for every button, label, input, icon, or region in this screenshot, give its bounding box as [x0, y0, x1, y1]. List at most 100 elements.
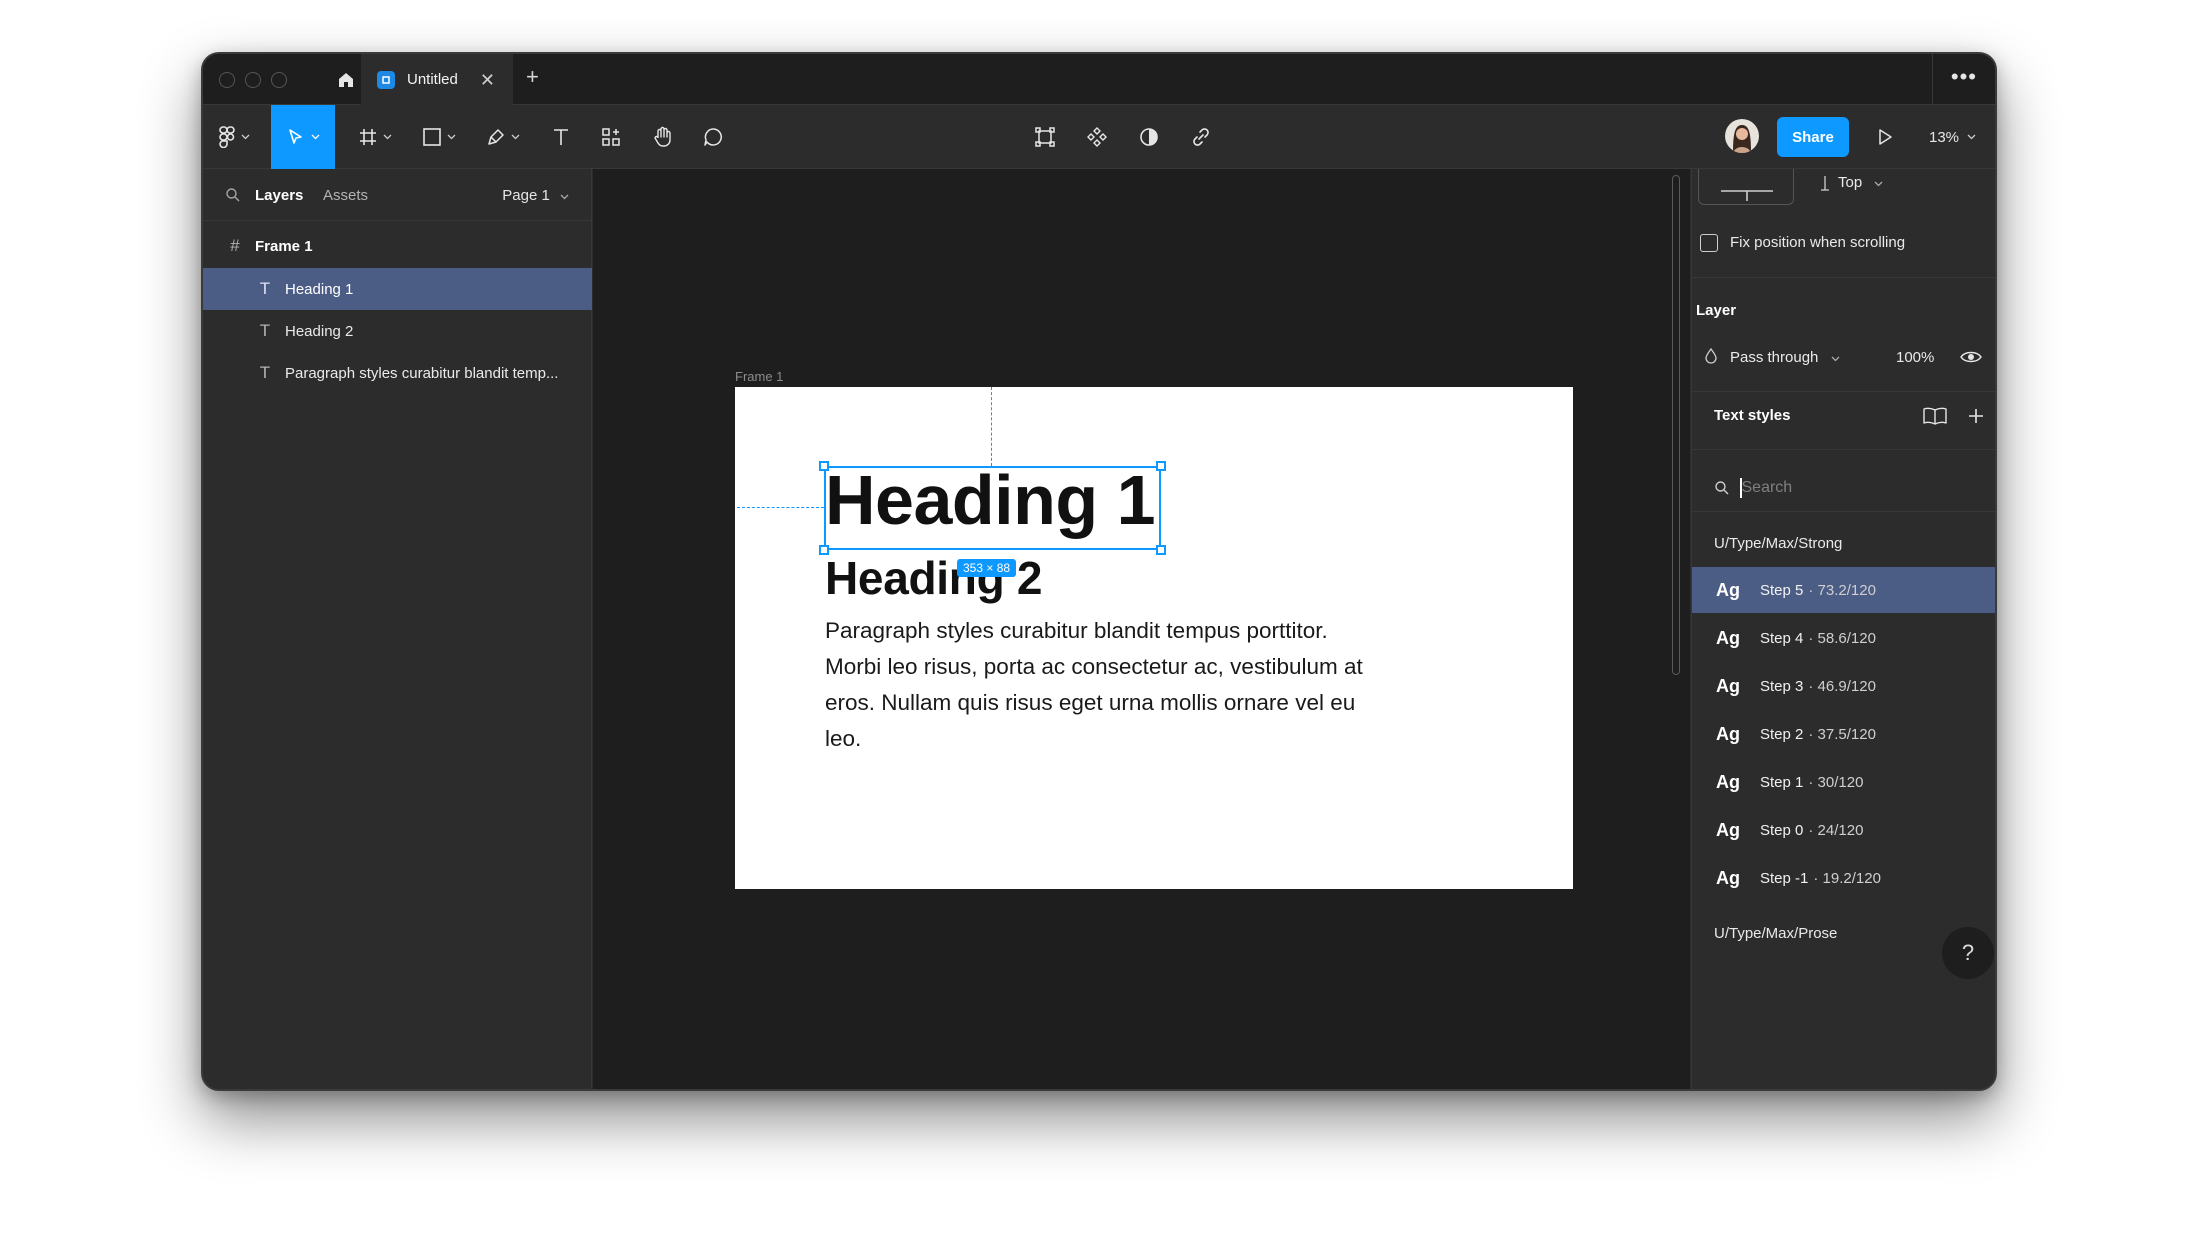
frame-selection-button[interactable]	[1023, 105, 1067, 169]
style-step-2[interactable]: Ag Step 2 · 37.5/120	[1692, 711, 1995, 757]
style-step-1[interactable]: Ag Step 1 · 30/120	[1692, 759, 1995, 805]
layer-label: Paragraph styles curabitur blandit temp.…	[285, 364, 559, 382]
canvas[interactable]: Frame 1 Heading 1 Heading 2 Paragraph st…	[593, 169, 1690, 1089]
frame-tool-button[interactable]	[347, 105, 403, 169]
style-step-0[interactable]: Ag Step 0 · 24/120	[1692, 807, 1995, 853]
chevron-down-icon	[1874, 181, 1883, 187]
present-button[interactable]	[1863, 105, 1907, 169]
page-selector[interactable]: Page 1	[502, 187, 569, 204]
home-icon	[339, 72, 353, 87]
resize-handle[interactable]	[819, 545, 829, 555]
type-icon: Ag	[1716, 627, 1740, 648]
vertical-constraint-select[interactable]: Top	[1838, 174, 1883, 191]
cursor-icon	[289, 129, 302, 144]
help-button[interactable]: ?	[1942, 927, 1994, 979]
type-icon: Ag	[1716, 867, 1740, 888]
user-avatar[interactable]	[1725, 119, 1759, 153]
style-step-3[interactable]: Ag Step 3 · 46.9/120	[1692, 663, 1995, 709]
share-button[interactable]: Share	[1777, 117, 1849, 157]
layer-heading-1[interactable]: T Heading 1	[203, 268, 592, 310]
style-group-prose[interactable]: U/Type/Max/Prose	[1714, 925, 1837, 942]
spacing-guide	[737, 507, 824, 508]
style-name: Step 4	[1760, 629, 1804, 647]
type-icon: Ag	[1716, 675, 1740, 696]
contrast-icon	[1140, 128, 1158, 146]
rectangle-icon	[423, 128, 441, 146]
divider	[1692, 511, 1995, 512]
app-window: Untitled ✕ + ••• Share 13% Layers Assets…	[201, 52, 1997, 1091]
comment-icon	[704, 128, 722, 146]
link-button[interactable]	[1179, 105, 1223, 169]
style-meta: · 24/120	[1808, 821, 1864, 839]
text-layer-icon: T	[259, 279, 271, 298]
style-name: Step 3	[1760, 677, 1804, 695]
layer-label: Heading 1	[285, 280, 354, 298]
minimize-window-button[interactable]	[245, 72, 261, 88]
divider	[1692, 391, 1995, 392]
layer-heading-2[interactable]: T Heading 2	[203, 310, 592, 352]
tab-assets[interactable]: Assets	[323, 187, 368, 204]
fix-position-checkbox[interactable]	[1700, 234, 1718, 252]
style-step-4[interactable]: Ag Step 4 · 58.6/120	[1692, 615, 1995, 661]
figma-icon	[219, 126, 235, 148]
resize-handle[interactable]	[1156, 461, 1166, 471]
tab-title: Untitled	[407, 71, 458, 88]
zoom-value: 13%	[1929, 128, 1960, 146]
layer-paragraph[interactable]: T Paragraph styles curabitur blandit tem…	[203, 352, 592, 394]
paragraph-text[interactable]: Paragraph styles curabitur blandit tempu…	[825, 613, 1385, 757]
zoom-dropdown[interactable]: 13%	[1929, 105, 1976, 169]
search-icon	[1715, 481, 1729, 495]
close-icon[interactable]: ✕	[480, 71, 495, 89]
opacity-input[interactable]: 100%	[1896, 349, 1934, 366]
style-group-strong[interactable]: U/Type/Max/Strong	[1714, 535, 1842, 552]
pen-tool-button[interactable]	[475, 105, 531, 169]
blend-mode-value: Pass through	[1730, 349, 1819, 366]
style-meta: · 30/120	[1808, 773, 1864, 791]
style-step-5[interactable]: Ag Step 5 · 73.2/120	[1692, 567, 1995, 613]
style-name: Step 0	[1760, 821, 1804, 839]
constraint-widget[interactable]	[1698, 169, 1794, 205]
tab-untitled[interactable]: Untitled ✕	[361, 54, 513, 105]
more-icon[interactable]: •••	[1951, 64, 1977, 90]
style-step-minus-1[interactable]: Ag Step -1 · 19.2/120	[1692, 855, 1995, 901]
vertical-constraint-value: Top	[1838, 174, 1863, 191]
style-name: Step -1	[1760, 869, 1809, 887]
resources-tool-button[interactable]	[589, 105, 633, 169]
style-meta: · 73.2/120	[1808, 581, 1876, 599]
new-tab-button[interactable]: +	[526, 66, 539, 88]
shape-tool-button[interactable]	[411, 105, 467, 169]
search-icon[interactable]	[225, 187, 241, 203]
eye-icon[interactable]	[1960, 350, 1982, 364]
style-name: Step 2	[1760, 725, 1804, 743]
chevron-down-icon	[1967, 134, 1976, 140]
style-meta: · 46.9/120	[1808, 677, 1876, 695]
resize-handle[interactable]	[819, 461, 829, 471]
resize-handle[interactable]	[1156, 545, 1166, 555]
tab-layers[interactable]: Layers	[255, 187, 303, 204]
dimension-badge: 353 × 88	[957, 559, 1017, 577]
zoom-window-button[interactable]	[271, 72, 287, 88]
selection-box[interactable]	[824, 466, 1161, 550]
mask-button[interactable]	[1127, 105, 1171, 169]
plus-icon[interactable]	[1967, 407, 1985, 425]
move-tool-button[interactable]	[271, 105, 335, 169]
close-window-button[interactable]	[219, 72, 235, 88]
style-search-field[interactable]: Search	[1714, 471, 1974, 505]
avatar-icon	[1733, 125, 1751, 153]
library-icon[interactable]	[1922, 406, 1948, 426]
blend-mode-select[interactable]: Pass through	[1730, 349, 1840, 366]
comment-tool-button[interactable]	[691, 105, 735, 169]
text-layer-icon: T	[259, 321, 271, 340]
frame-1[interactable]: Heading 1 Heading 2 Paragraph styles cur…	[735, 387, 1573, 889]
frame-label[interactable]: Frame 1	[735, 369, 783, 384]
text-tool-button[interactable]	[539, 105, 583, 169]
layer-frame-1[interactable]: # Frame 1	[203, 225, 592, 267]
layers-panel: Layers Assets Page 1 # Frame 1 T Heading…	[203, 169, 592, 1089]
create-component-button[interactable]	[1075, 105, 1119, 169]
search-input[interactable]: Search	[1742, 479, 1793, 497]
resources-icon	[602, 128, 620, 146]
title-bar: Untitled ✕ + •••	[203, 54, 1995, 105]
vertical-scrollbar[interactable]	[1672, 175, 1680, 675]
main-menu-button[interactable]	[209, 105, 259, 169]
hand-tool-button[interactable]	[641, 105, 685, 169]
